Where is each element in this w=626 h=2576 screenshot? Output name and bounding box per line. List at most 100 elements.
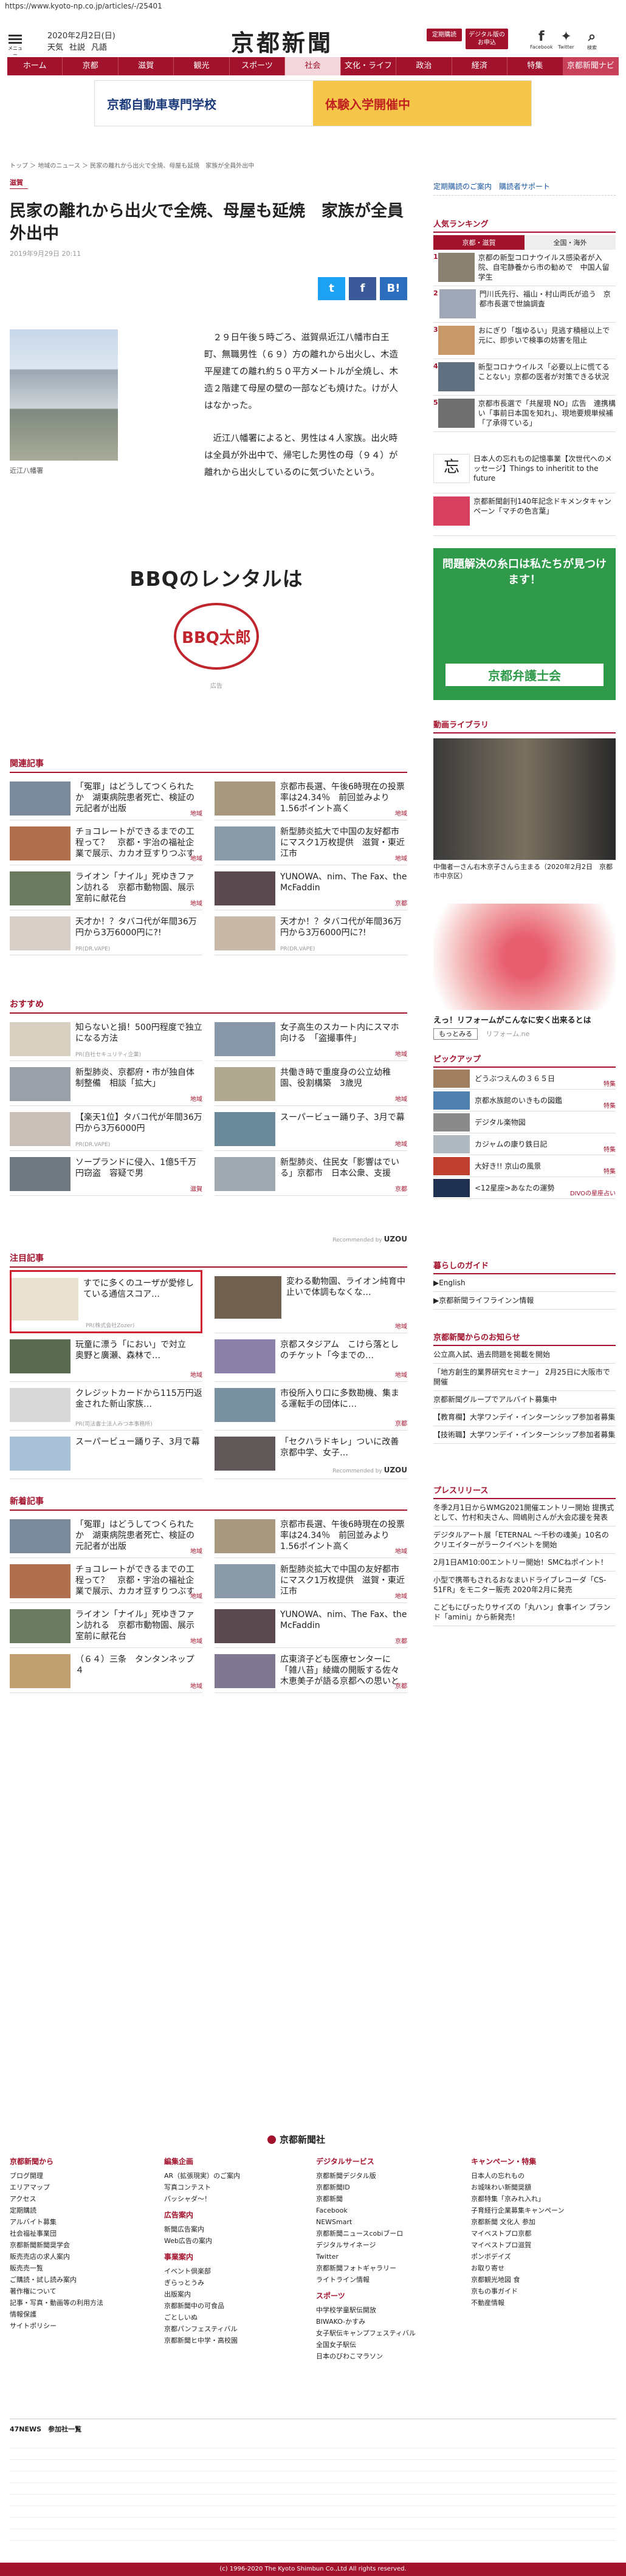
article-category[interactable]: 滋賀 [10, 177, 28, 189]
list-item[interactable]: 天才か！？タバコ代が年間36万円から3万6000円に?! PR(DR.VAPE) [215, 910, 407, 955]
twitter-icon[interactable]: ✦ Twitter [558, 29, 574, 50]
footer-link[interactable]: 出版案内 [164, 2289, 280, 2300]
footer-link[interactable]: Web広告の案内 [164, 2235, 280, 2247]
list-item[interactable]: （６４）三条 タンタンネップ４ 地域 [10, 1648, 202, 1693]
footer-link[interactable]: ご購読・試し読み案内 [10, 2274, 125, 2286]
ranking-item[interactable]: 3 おにぎり「塩ゆるい」見逃す積極以上で元に、即歩いで検事の妨害を阻止 [433, 323, 616, 359]
reform-ad[interactable]: えっ！リフォームがこんなに安く出来るとは もっとみる リフォーム.ne [433, 904, 616, 1040]
footer-link[interactable]: イベント倶楽部 [164, 2265, 280, 2277]
footer-link[interactable]: アクセス [10, 2193, 125, 2205]
list-item[interactable]: 知らないと損！500円程度で独立になる方法 PR(自社セキュリティ企業) [10, 1016, 202, 1061]
footer-link[interactable]: 日本のびわこマラソン [316, 2351, 432, 2362]
notice-link[interactable]: 「地方創生的業界研究セミナー」 2月25日に大阪市で開催 [433, 1364, 616, 1391]
address-bar[interactable]: https://www.kyoto-np.co.jp/articles/-/25… [0, 0, 626, 13]
tab-national[interactable]: 全国・海外 [525, 235, 616, 250]
footer-link[interactable]: サイトポリシー [10, 2320, 125, 2332]
press-link[interactable]: 2月1日AM10:00エントリー開始！SMCねポイント！ [433, 1554, 616, 1571]
footer-link[interactable]: 京都新聞デジタル版 [316, 2170, 432, 2182]
footer-link[interactable]: 販売売一覧 [10, 2262, 125, 2274]
list-item[interactable]: YUNOWA、nim、The Fax、the McFaddin 京都 [215, 865, 407, 910]
top-ad-banner[interactable]: 京都自動車専門学校 体験入学開催中 [94, 80, 532, 126]
article-photo[interactable] [10, 329, 118, 461]
guide-link[interactable]: ▶English [433, 1274, 616, 1292]
list-item[interactable]: 天才か！？タバコ代が年間36万円から3万6000円に?! PR(DR.VAPE) [10, 910, 202, 955]
footer-link[interactable]: パッシャダ～！ [164, 2193, 280, 2205]
notice-link[interactable]: 【教育欄】大学ワンデイ・インターンシップ参加者募集 [433, 1409, 616, 1426]
list-item[interactable]: チョコレートができるまでの工程って？ 京都・宇治の福祉企業で展示、カカオ豆すりつ… [10, 820, 202, 865]
footer-link[interactable]: マイベストプロ滋賀 [471, 2239, 586, 2251]
footer-link[interactable]: 不動産情報 [471, 2297, 586, 2309]
list-item[interactable]: 新型肺炎、京都府・市が独自体制整備 相談「拡大」 地域 [10, 1061, 202, 1106]
footer-link[interactable]: 著作権について [10, 2286, 125, 2297]
facebook-icon[interactable]: f Facebook [530, 29, 553, 50]
footer-link[interactable]: 京都パンフェスティバル [164, 2323, 280, 2335]
footer-link[interactable]: 社会福祉事業団 [10, 2228, 125, 2239]
footer-link[interactable]: ごとしいぬ [164, 2312, 280, 2323]
menu-button[interactable]: メニュー [7, 33, 23, 58]
footer-link[interactable]: ブログ開理 [10, 2170, 125, 2182]
video-player[interactable] [433, 738, 616, 860]
pickup-item[interactable]: 京都水族館のいきもの図鑑 特集 [433, 1090, 616, 1111]
twitter-share-button[interactable]: t [318, 277, 345, 300]
list-item[interactable]: 変わる動物園、ライオン純育中止いで体調もなくな… 地域 [215, 1270, 407, 1333]
nav-society[interactable]: 社会 [285, 57, 341, 75]
footer-link[interactable]: 子育経行企業募集キャンペーン [471, 2205, 586, 2216]
footer-logo[interactable]: 京都新聞社 [267, 2133, 325, 2146]
footer-link[interactable]: 京都新聞ID [316, 2182, 432, 2193]
hatena-share-button[interactable]: B! [380, 277, 407, 300]
nav-sports[interactable]: スポーツ [230, 57, 286, 75]
list-item[interactable]: 玩童に漂う「におい」で対立 奥野と廣瀬、森林で… 地域 [10, 1333, 202, 1382]
footer-link[interactable]: 京都新聞フォトギャラリー [316, 2262, 432, 2274]
footer-link[interactable]: ライトライン情報 [316, 2274, 432, 2286]
list-item[interactable]: チョコレートができるまでの工程って？ 京都・宇治の福祉企業で展示、カカオ豆すりつ… [10, 1558, 202, 1603]
nav-shiga[interactable]: 滋賀 [119, 57, 174, 75]
list-item[interactable]: ソープランドに侵入、1億5千万円窃盗 容疑で男 滋賀 [10, 1151, 202, 1196]
site-logo[interactable]: 京都新聞 [231, 24, 333, 58]
footer-link[interactable]: 新聞広告案内 [164, 2224, 280, 2235]
list-item[interactable]: YUNOWA、nim、The Fax、the McFaddin 京都 [215, 1603, 407, 1648]
footer-link[interactable]: Twitter [316, 2251, 432, 2262]
notice-link[interactable]: 【技術職】大学ワンデイ・インターンシップ参加者募集 [433, 1426, 616, 1444]
list-item[interactable]: スーパービュー踊り子、3月で幕 地域 [215, 1106, 407, 1151]
footer-link[interactable]: AR（拡張現実）のご案内 [164, 2170, 280, 2182]
nav-home[interactable]: ホーム [7, 57, 63, 75]
pickup-item[interactable]: <12星座>あなたの運勢 DIVOの星座占い [433, 1177, 616, 1199]
bongo-link[interactable]: 凡語 [91, 43, 107, 52]
47news-heading[interactable]: 47NEWS 参加社一覧 [10, 2419, 616, 2434]
footer-link[interactable]: お城味わい新聞奨額 [471, 2182, 586, 2193]
footer-link[interactable]: NEWSmart [316, 2216, 432, 2228]
list-item[interactable]: スーパービュー踊り子、3月で幕 [10, 1431, 202, 1479]
nav-kyoto[interactable]: 京都 [63, 57, 119, 75]
footer-link[interactable]: 定期購読 [10, 2205, 125, 2216]
notice-link[interactable]: 公立高入試、過去問題を掲載を開始 [433, 1346, 616, 1364]
footer-link[interactable]: エリアマップ [10, 2182, 125, 2193]
list-item[interactable]: 共働き時で重度身の公立幼稚園、役割構築 3歳児 地域 [215, 1061, 407, 1106]
list-item[interactable]: クレジットカードから115万円返金された新山家族… PR(司法書士法人みつ本事務所… [10, 1382, 202, 1431]
list-item[interactable]: 「冤罪」はどうしてつくられたか 湖東病院患者死亡、検証の元記者が出版 地域 [10, 1513, 202, 1558]
footer-link[interactable]: 京都観光地図 食 [471, 2274, 586, 2286]
recommended-by[interactable]: Recommended by UZOU [332, 1466, 407, 1474]
nav-politics[interactable]: 政治 [396, 57, 452, 75]
footer-link[interactable]: 写真コンテスト [164, 2182, 280, 2193]
list-item[interactable]: 【楽天1位】タバコ代が年間36万円から3万6000円 PR(DR.VAPE) [10, 1106, 202, 1151]
guide-link[interactable]: ▶京都新聞ライフラインン情報 [433, 1292, 616, 1310]
footer-link[interactable]: ポンボデイズ [471, 2251, 586, 2262]
editorial-link[interactable]: 社説 [69, 43, 85, 52]
footer-link[interactable]: 京都特集「京みれ入れ」 [471, 2193, 586, 2205]
bengoshi-ad[interactable]: 問題解決の糸口は私たちが見つけます！ 京都弁護士会 [433, 548, 616, 700]
footer-link[interactable]: 全国女子駅伝 [316, 2339, 432, 2351]
list-item[interactable]: 京都市長選、午後6時現在の投票率は24.34％ 前回並みより1.56ポイント高く… [215, 775, 407, 820]
ranking-item[interactable]: 5 京都市長選で「共屋現 NO」広告 連携構い「事前日本国を知れ」、現地要規単候補… [433, 396, 616, 432]
tab-kyoto-shiga[interactable]: 京都・滋賀 [433, 235, 525, 250]
nav-special[interactable]: 特集 [507, 57, 563, 75]
more-button[interactable]: もっとみる [433, 1028, 478, 1040]
footer-link[interactable]: アルバイト募集 [10, 2216, 125, 2228]
footer-link[interactable]: デジタルサイネージ [316, 2239, 432, 2251]
pickup-item[interactable]: 大好き!! 京山の風景 特集 [433, 1155, 616, 1177]
footer-link[interactable]: マイベストプロ京都 [471, 2228, 586, 2239]
list-item[interactable]: 新型肺炎、住民女「影響はでいる」京都市 日本公衆、支援 京都 [215, 1151, 407, 1196]
list-item[interactable]: 新型肺炎拡大で中国の友好都市にマスク1万枚提供 滋賀・東近江市 地域 [215, 820, 407, 865]
nav-navi[interactable]: 京都新聞ナビ [563, 57, 619, 75]
footer-link[interactable]: 京都新聞 [316, 2193, 432, 2205]
list-item[interactable]: 女子高生のスカート内にスマホ向ける 「盗撮事件」 地域 [215, 1016, 407, 1061]
